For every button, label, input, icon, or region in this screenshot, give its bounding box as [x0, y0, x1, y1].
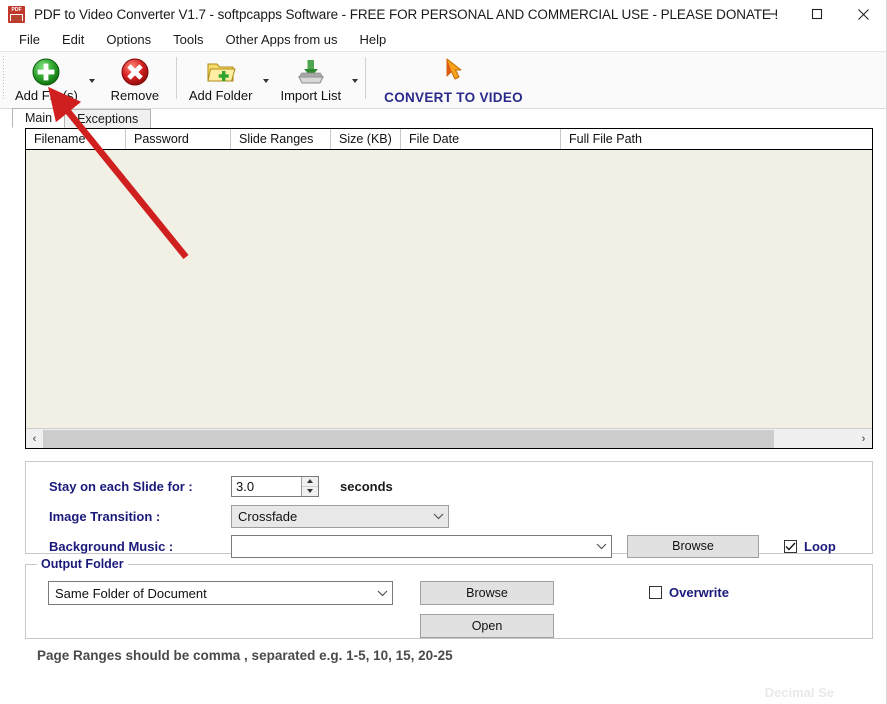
- menu-item-options[interactable]: Options: [95, 30, 162, 49]
- window-controls: [748, 0, 886, 28]
- overwrite-checkbox[interactable]: [649, 586, 662, 599]
- loop-checkbox-group[interactable]: Loop: [784, 539, 836, 554]
- music-browse-button[interactable]: Browse: [627, 534, 759, 558]
- tab-strip: Main Exceptions: [0, 108, 886, 128]
- menu-item-other-apps[interactable]: Other Apps from us: [215, 30, 349, 49]
- column-header-full-file-path[interactable]: Full File Path: [561, 129, 872, 149]
- stay-on-slide-row: Stay on each Slide for : 3.0 seconds: [26, 471, 872, 501]
- minimize-icon[interactable]: [748, 0, 794, 28]
- add-files-button[interactable]: Add File(s): [7, 52, 86, 103]
- maximize-icon[interactable]: [794, 0, 840, 28]
- overwrite-checkbox-group[interactable]: Overwrite: [649, 585, 729, 600]
- image-transition-value: Crossfade: [238, 508, 298, 524]
- column-header-password[interactable]: Password: [126, 129, 231, 149]
- output-folder-select[interactable]: Same Folder of Document: [48, 581, 393, 605]
- menu-item-tools[interactable]: Tools: [162, 30, 214, 49]
- stepper-buttons[interactable]: [301, 476, 318, 496]
- title-bar: PDF PDF to Video Converter V1.7 - softpc…: [0, 0, 886, 28]
- column-header-file-date[interactable]: File Date: [401, 129, 561, 149]
- menu-item-file[interactable]: File: [8, 30, 51, 49]
- add-files-dropdown-icon[interactable]: [86, 60, 98, 102]
- toolbar-separator-1: [175, 57, 177, 99]
- background-music-label: Background Music :: [49, 538, 174, 554]
- remove-button[interactable]: Remove: [98, 52, 172, 103]
- window-title: PDF to Video Converter V1.7 - softpcapps…: [34, 6, 779, 22]
- column-header-filename[interactable]: Filename: [26, 129, 126, 149]
- loop-checkbox[interactable]: [784, 539, 797, 553]
- output-open-button[interactable]: Open: [420, 614, 554, 638]
- toolbar-grip[interactable]: [0, 56, 7, 100]
- page-ranges-hint: Page Ranges should be comma , separated …: [37, 648, 453, 663]
- add-folder-label: Add Folder: [188, 88, 253, 103]
- column-header-slide-ranges[interactable]: Slide Ranges: [231, 129, 331, 149]
- tab-main[interactable]: Main: [12, 108, 66, 128]
- output-folder-group-title: Output Folder: [37, 557, 128, 571]
- slideshow-settings-panel: Stay on each Slide for : 3.0 seconds Ima…: [25, 461, 873, 558]
- import-list-dropdown-icon[interactable]: [349, 60, 361, 102]
- menu-bar: File Edit Options Tools Other Apps from …: [0, 28, 886, 51]
- image-transition-select[interactable]: Crossfade: [231, 504, 449, 528]
- menu-item-edit[interactable]: Edit: [51, 30, 95, 49]
- stay-on-slide-label: Stay on each Slide for :: [49, 478, 193, 494]
- toolbar-separator-2: [365, 57, 367, 99]
- output-browse-button[interactable]: Browse: [420, 581, 554, 605]
- file-list-view[interactable]: Filename Password Slide Ranges Size (KB)…: [25, 128, 873, 449]
- overwrite-label: Overwrite: [669, 585, 729, 600]
- pdf-app-icon: PDF: [8, 5, 25, 23]
- check-icon: [785, 542, 796, 550]
- stepper-down-icon[interactable]: [302, 487, 318, 496]
- output-folder-value: Same Folder of Document: [55, 585, 207, 601]
- add-plus-green-icon: [31, 57, 61, 87]
- scroll-left-icon[interactable]: ‹: [26, 429, 43, 448]
- image-transition-label: Image Transition :: [49, 508, 161, 524]
- import-download-icon: [296, 57, 326, 87]
- convert-to-video-button[interactable]: CONVERT TO VIDEO: [370, 52, 537, 105]
- tab-exceptions[interactable]: Exceptions: [64, 109, 152, 128]
- file-list-hscrollbar[interactable]: ‹ ›: [26, 428, 872, 448]
- stay-duration-value[interactable]: 3.0: [232, 477, 301, 496]
- close-icon[interactable]: [840, 0, 886, 28]
- hscroll-thumb[interactable]: [43, 429, 774, 448]
- remove-cross-red-icon: [120, 57, 150, 87]
- chevron-down-icon: [591, 542, 611, 550]
- remove-label: Remove: [110, 88, 160, 103]
- loop-label: Loop: [804, 538, 836, 554]
- background-music-row: Background Music : Browse Loop: [26, 531, 872, 561]
- add-files-label: Add File(s): [15, 88, 78, 103]
- chevron-down-icon: [372, 589, 392, 597]
- output-folder-panel: Output Folder Same Folder of Document Br…: [25, 557, 873, 639]
- import-list-button[interactable]: Import List: [272, 52, 349, 103]
- file-list-header: Filename Password Slide Ranges Size (KB)…: [26, 129, 872, 150]
- image-transition-row: Image Transition : Crossfade: [26, 501, 872, 531]
- seconds-label: seconds: [340, 478, 393, 494]
- background-music-select[interactable]: [231, 534, 612, 558]
- chevron-down-icon: [428, 512, 448, 520]
- hscroll-track[interactable]: [43, 429, 855, 448]
- application-window: PDF PDF to Video Converter V1.7 - softpc…: [0, 0, 887, 704]
- file-list-body[interactable]: [26, 150, 872, 428]
- menu-item-help[interactable]: Help: [349, 30, 398, 49]
- stepper-up-icon[interactable]: [302, 477, 318, 487]
- column-header-size[interactable]: Size (KB): [331, 129, 401, 149]
- decimal-separator-hint: Decimal Se: [764, 685, 834, 700]
- pdf-icon-label: PDF: [11, 6, 22, 13]
- cursor-arrow-orange-icon: [440, 58, 468, 87]
- add-folder-dropdown-icon[interactable]: [260, 60, 272, 102]
- add-folder-button[interactable]: Add Folder: [181, 52, 261, 103]
- convert-to-video-label: CONVERT TO VIDEO: [384, 90, 523, 105]
- scroll-right-icon[interactable]: ›: [855, 429, 872, 448]
- folder-add-icon: [206, 57, 236, 87]
- import-list-label: Import List: [280, 88, 342, 103]
- stay-duration-stepper[interactable]: 3.0: [231, 475, 319, 497]
- toolbar: Add File(s) Remove Add Folder Import Lis…: [0, 51, 886, 109]
